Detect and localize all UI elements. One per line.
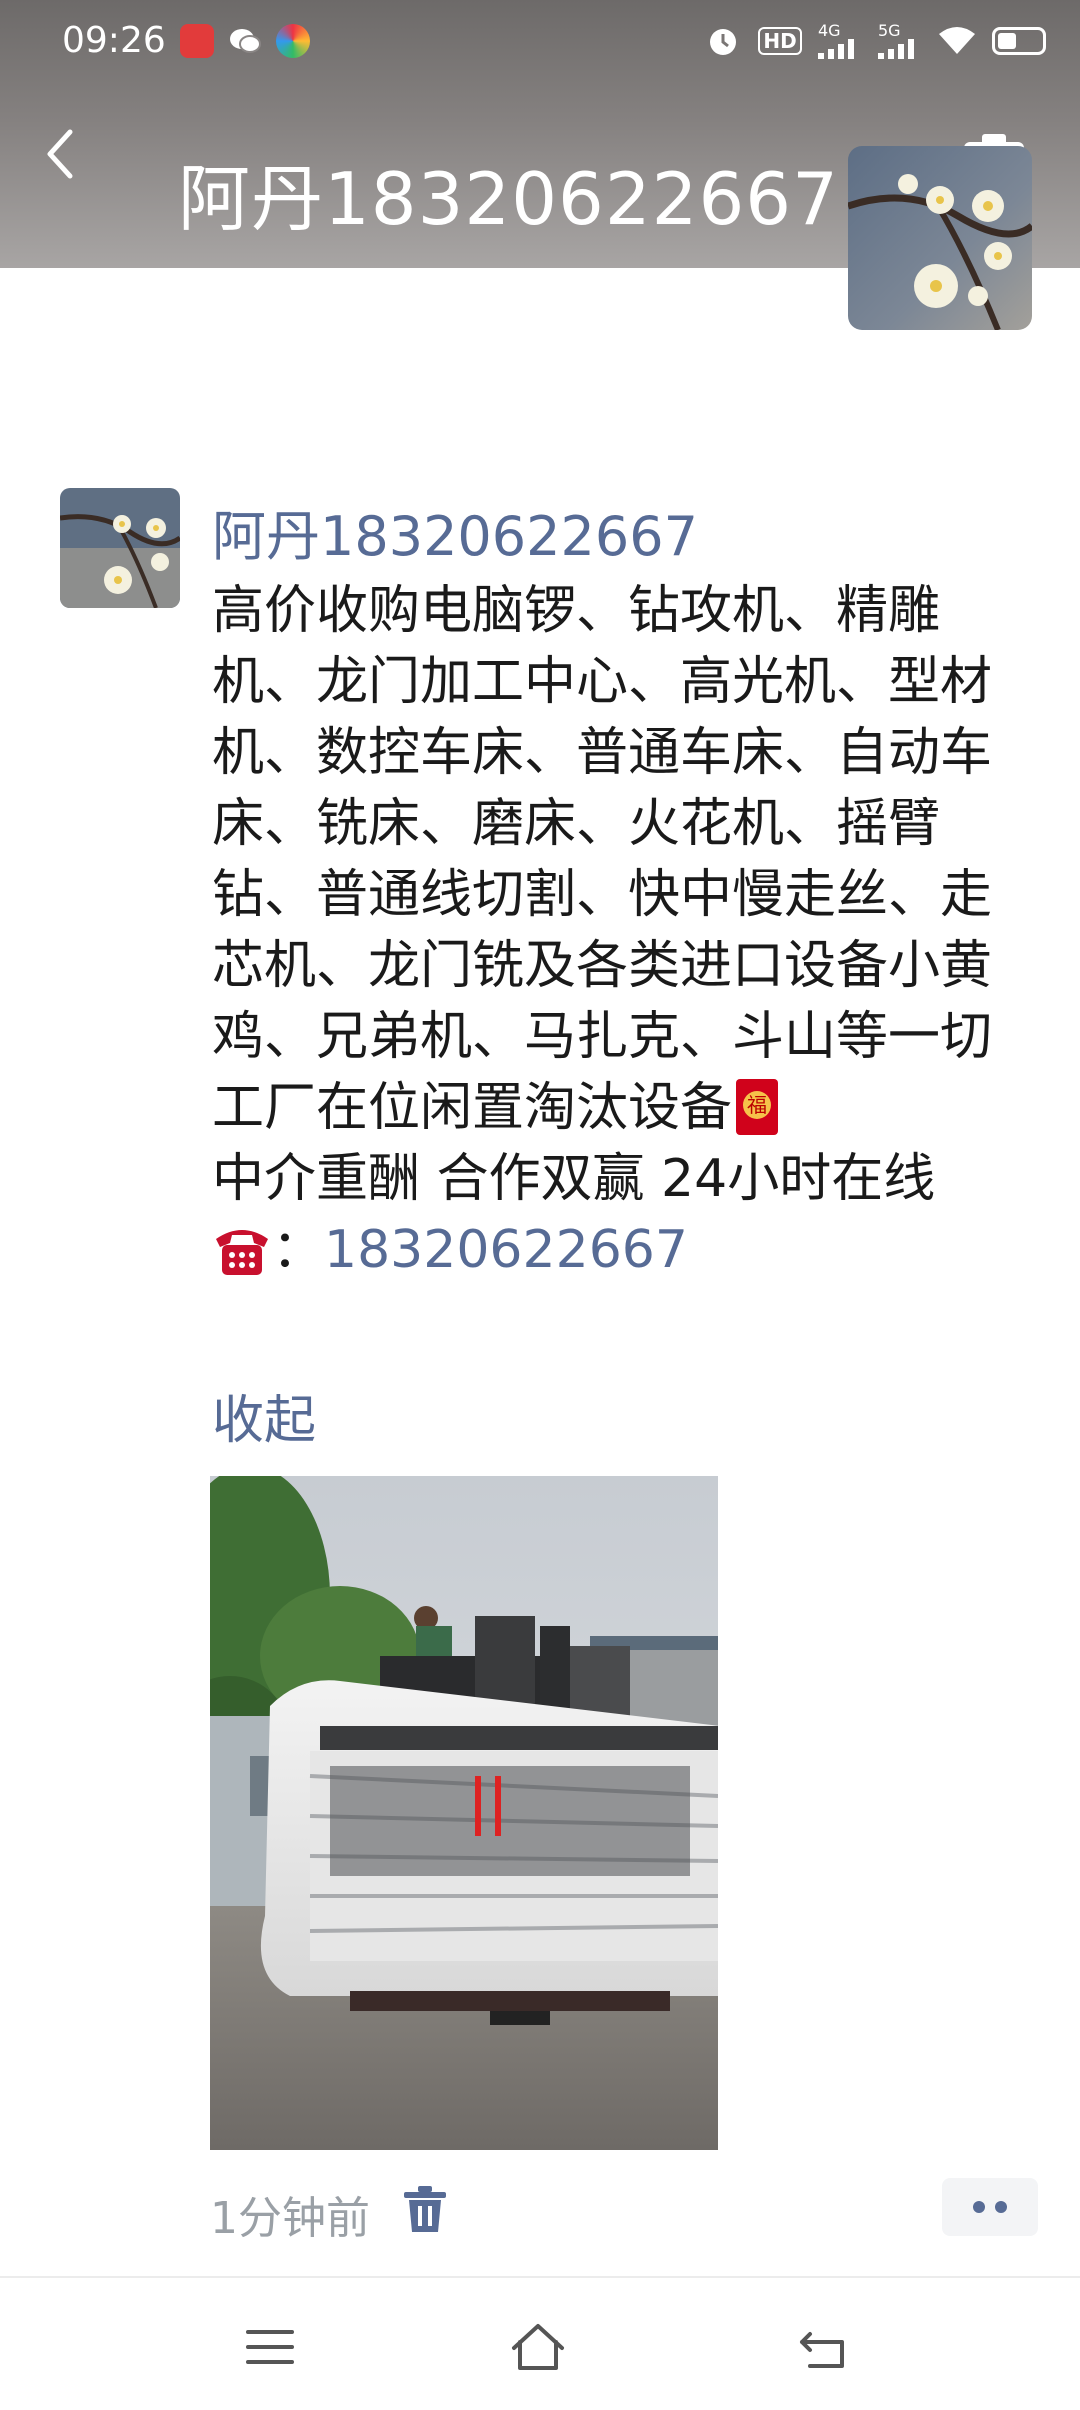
hd-icon: HD <box>758 22 802 60</box>
recent-apps-button[interactable] <box>240 2320 300 2374</box>
page-title: 阿丹18320622667 <box>178 157 839 241</box>
trash-icon <box>404 2186 446 2232</box>
signal-5g-icon: 5G <box>878 22 922 60</box>
net-4g-label: 4G <box>818 21 841 40</box>
post-text-line2: 中介重酬 合作双赢 24小时在线 <box>212 1149 936 1209</box>
post-image[interactable] <box>210 1476 718 2150</box>
status-bar: 09:26 HD 4G 5G <box>0 0 1080 86</box>
phone-number-link[interactable]: 18320622667 <box>324 1220 688 1280</box>
red-envelope-emoji: 福 <box>736 1079 779 1135</box>
signal-4g-icon: 4G <box>818 22 862 60</box>
home-icon <box>512 2324 564 2370</box>
more-dots-icon <box>995 2201 1007 2213</box>
notification-icons <box>180 24 310 58</box>
back-nav-icon <box>800 2332 844 2368</box>
home-button[interactable] <box>508 2320 568 2374</box>
battery-icon <box>992 27 1046 55</box>
plum-blossom-image <box>848 146 1032 330</box>
more-actions-button[interactable] <box>942 2178 1038 2236</box>
status-time: 09:26 <box>62 20 166 61</box>
system-nav-bar <box>0 2276 1080 2410</box>
author-name-link[interactable]: 阿丹18320622667 <box>212 492 698 571</box>
back-chevron-icon <box>47 129 73 179</box>
wechat-icon <box>228 24 262 58</box>
menu-icon <box>246 2330 294 2364</box>
author-avatar[interactable] <box>60 488 180 608</box>
status-icons: HD 4G 5G <box>704 22 1046 60</box>
app-notification-icon <box>180 24 214 58</box>
colorful-app-icon <box>276 24 310 58</box>
back-nav-button[interactable] <box>796 2320 856 2374</box>
hd-label: HD <box>758 27 802 55</box>
back-button[interactable] <box>34 124 88 184</box>
phone-separator: ： <box>272 1220 325 1280</box>
post-text-main: 高价收购电脑锣、钻攻机、精雕机、龙门加工中心、高光机、型材机、数控车床、普通车床… <box>212 581 993 1138</box>
cover-profile-photo[interactable] <box>848 146 1032 330</box>
fu-character: 福 <box>743 1091 772 1119</box>
machine-photo <box>210 1476 718 2150</box>
plum-blossom-avatar-image <box>60 488 180 608</box>
net-5g-label: 5G <box>878 21 901 40</box>
telephone-icon <box>212 1221 272 1277</box>
delete-button[interactable] <box>402 2184 448 2234</box>
post-time: 1分钟前 <box>210 2193 370 2244</box>
collapse-link[interactable]: 收起 <box>212 1378 316 1453</box>
more-dots-icon <box>973 2201 985 2213</box>
wifi-icon <box>938 22 976 60</box>
alarm-icon <box>704 22 742 60</box>
post-content: 高价收购电脑锣、钻攻机、精雕机、龙门加工中心、高光机、型材机、数控车床、普通车床… <box>212 576 1016 1286</box>
